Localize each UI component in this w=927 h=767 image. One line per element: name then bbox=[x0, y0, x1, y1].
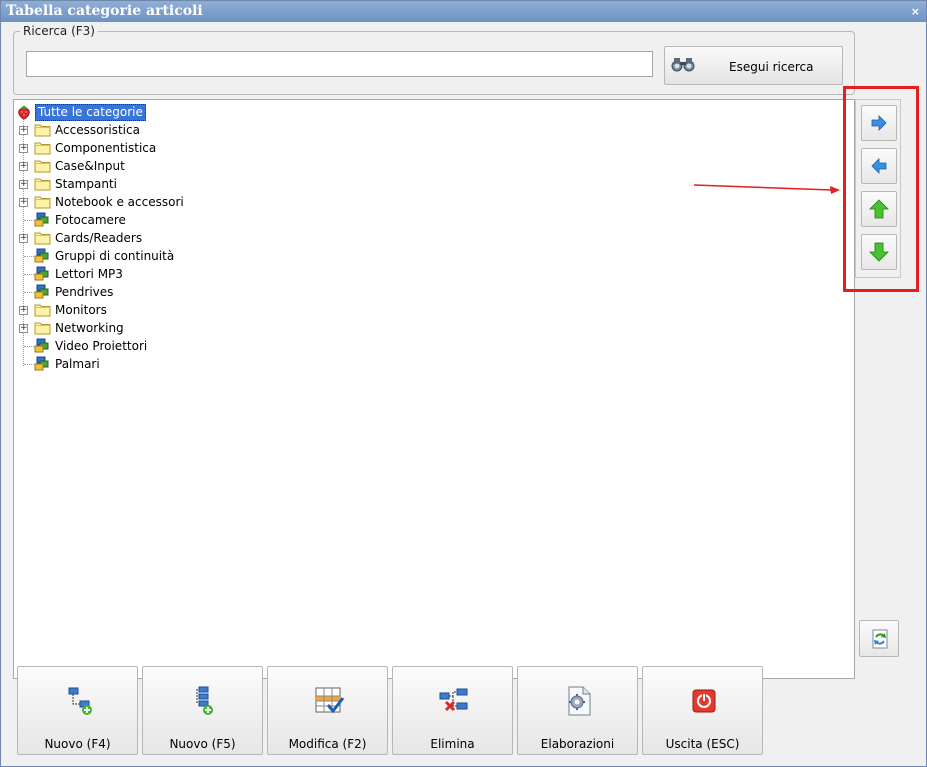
processing-button[interactable]: Elaborazioni bbox=[517, 666, 638, 755]
expand-icon[interactable]: + bbox=[19, 324, 28, 333]
tree-root[interactable]: Tutte le categorie bbox=[14, 103, 854, 121]
new-sibling-node-icon bbox=[68, 687, 92, 715]
edit-label: Modifica (F2) bbox=[288, 737, 367, 751]
tree-node[interactable]: Fotocamere bbox=[14, 211, 854, 229]
tree-node[interactable]: + Case&Input bbox=[14, 157, 854, 175]
expand-icon[interactable]: + bbox=[19, 306, 28, 315]
new-f4-label: Nuovo (F4) bbox=[44, 737, 111, 751]
expand-icon[interactable]: + bbox=[19, 162, 28, 171]
edit-table-icon bbox=[315, 687, 345, 714]
tree-node[interactable]: Video Proiettori bbox=[14, 337, 854, 355]
folder-icon bbox=[34, 158, 51, 173]
arrow-down-icon bbox=[869, 242, 889, 262]
edit-button[interactable]: Modifica (F2) bbox=[267, 666, 388, 755]
tree-branch-line bbox=[24, 274, 34, 275]
exit-button[interactable]: Uscita (ESC) bbox=[642, 666, 763, 755]
delete-node-icon bbox=[439, 688, 468, 712]
exit-label: Uscita (ESC) bbox=[665, 737, 740, 751]
delete-label: Elimina bbox=[430, 737, 475, 751]
tree-node-label[interactable]: Lettori MP3 bbox=[55, 265, 123, 283]
dialog-window: Tabella categorie articoli × Ricerca (F3… bbox=[0, 0, 927, 767]
tree-node[interactable]: + Cards/Readers bbox=[14, 229, 854, 247]
move-left-button[interactable] bbox=[861, 148, 897, 184]
tree-node[interactable]: + Monitors bbox=[14, 301, 854, 319]
tree-node-label[interactable]: Stampanti bbox=[55, 175, 117, 193]
reorder-button-panel bbox=[855, 99, 901, 278]
close-icon[interactable]: × bbox=[911, 1, 920, 22]
tree-node-label[interactable]: Accessoristica bbox=[55, 121, 140, 139]
tree-node-label[interactable]: Palmari bbox=[55, 355, 100, 373]
tree-branch-line bbox=[24, 346, 34, 347]
expand-icon[interactable]: + bbox=[19, 126, 28, 135]
folder-icon bbox=[34, 176, 51, 191]
search-group-label: Ricerca (F3) bbox=[20, 24, 98, 38]
arrow-right-icon bbox=[871, 115, 887, 131]
binoculars-icon bbox=[671, 56, 695, 75]
tree-node-label[interactable]: Notebook e accessori bbox=[55, 193, 184, 211]
move-right-button[interactable] bbox=[861, 105, 897, 141]
tree-node-label[interactable]: Fotocamere bbox=[55, 211, 126, 229]
title-bar: Tabella categorie articoli × bbox=[1, 1, 926, 22]
category-leaf-icon bbox=[34, 266, 51, 281]
tree-node[interactable]: Lettori MP3 bbox=[14, 265, 854, 283]
move-down-button[interactable] bbox=[861, 234, 897, 270]
tree-node[interactable]: Pendrives bbox=[14, 283, 854, 301]
tree-root-label[interactable]: Tutte le categorie bbox=[35, 104, 146, 121]
category-leaf-icon bbox=[34, 248, 51, 263]
expand-icon[interactable]: + bbox=[19, 198, 28, 207]
refresh-button[interactable] bbox=[859, 620, 899, 657]
tree-branch-line bbox=[24, 256, 34, 257]
power-exit-icon bbox=[692, 689, 716, 713]
refresh-icon bbox=[872, 629, 888, 649]
dialog-body: Ricerca (F3) Esegui ricerca Tutte le cat… bbox=[2, 22, 925, 766]
folder-icon bbox=[34, 140, 51, 155]
category-leaf-icon bbox=[34, 338, 51, 353]
expand-icon[interactable]: + bbox=[19, 234, 28, 243]
window-title: Tabella categorie articoli bbox=[6, 3, 203, 19]
search-button-label: Esegui ricerca bbox=[729, 60, 814, 74]
new-f5-button[interactable]: Nuovo (F5) bbox=[142, 666, 263, 755]
search-button[interactable]: Esegui ricerca bbox=[664, 46, 843, 85]
tree-node-label[interactable]: Networking bbox=[55, 319, 124, 337]
tree-node-label[interactable]: Monitors bbox=[55, 301, 107, 319]
new-child-node-icon bbox=[196, 686, 213, 715]
tree-node-label[interactable]: Cards/Readers bbox=[55, 229, 142, 247]
new-f4-button[interactable]: Nuovo (F4) bbox=[17, 666, 138, 755]
expand-icon[interactable]: + bbox=[19, 180, 28, 189]
move-up-button[interactable] bbox=[861, 191, 897, 227]
arrow-left-icon bbox=[871, 158, 887, 174]
gear-document-icon bbox=[568, 686, 591, 716]
tree-node[interactable]: Gruppi di continuità bbox=[14, 247, 854, 265]
category-leaf-icon bbox=[34, 284, 51, 299]
tree-branch-line bbox=[24, 220, 34, 221]
arrow-up-icon bbox=[869, 199, 889, 219]
tree-node-label[interactable]: Video Proiettori bbox=[55, 337, 147, 355]
new-f5-label: Nuovo (F5) bbox=[169, 737, 236, 751]
folder-icon bbox=[34, 122, 51, 137]
category-leaf-icon bbox=[34, 356, 51, 371]
delete-button[interactable]: Elimina bbox=[392, 666, 513, 755]
tree-node[interactable]: + Componentistica bbox=[14, 139, 854, 157]
folder-icon bbox=[34, 302, 51, 317]
tree-branch-line bbox=[24, 292, 34, 293]
folder-icon bbox=[34, 320, 51, 335]
tree-node[interactable]: + Accessoristica bbox=[14, 121, 854, 139]
tree-node[interactable]: + Networking bbox=[14, 319, 854, 337]
tree-node-label[interactable]: Case&Input bbox=[55, 157, 125, 175]
tree-node-label[interactable]: Pendrives bbox=[55, 283, 113, 301]
tree-branch-line bbox=[24, 364, 34, 365]
folder-icon bbox=[34, 194, 51, 209]
search-input[interactable] bbox=[26, 51, 653, 77]
expand-icon[interactable]: + bbox=[19, 144, 28, 153]
tree-node[interactable]: Palmari bbox=[14, 355, 854, 373]
category-leaf-icon bbox=[34, 212, 51, 227]
folder-icon bbox=[34, 230, 51, 245]
processing-label: Elaborazioni bbox=[540, 737, 615, 751]
tree-node-label[interactable]: Gruppi di continuità bbox=[55, 247, 174, 265]
tree-node-label[interactable]: Componentistica bbox=[55, 139, 156, 157]
annotation-arrow bbox=[694, 184, 840, 194]
